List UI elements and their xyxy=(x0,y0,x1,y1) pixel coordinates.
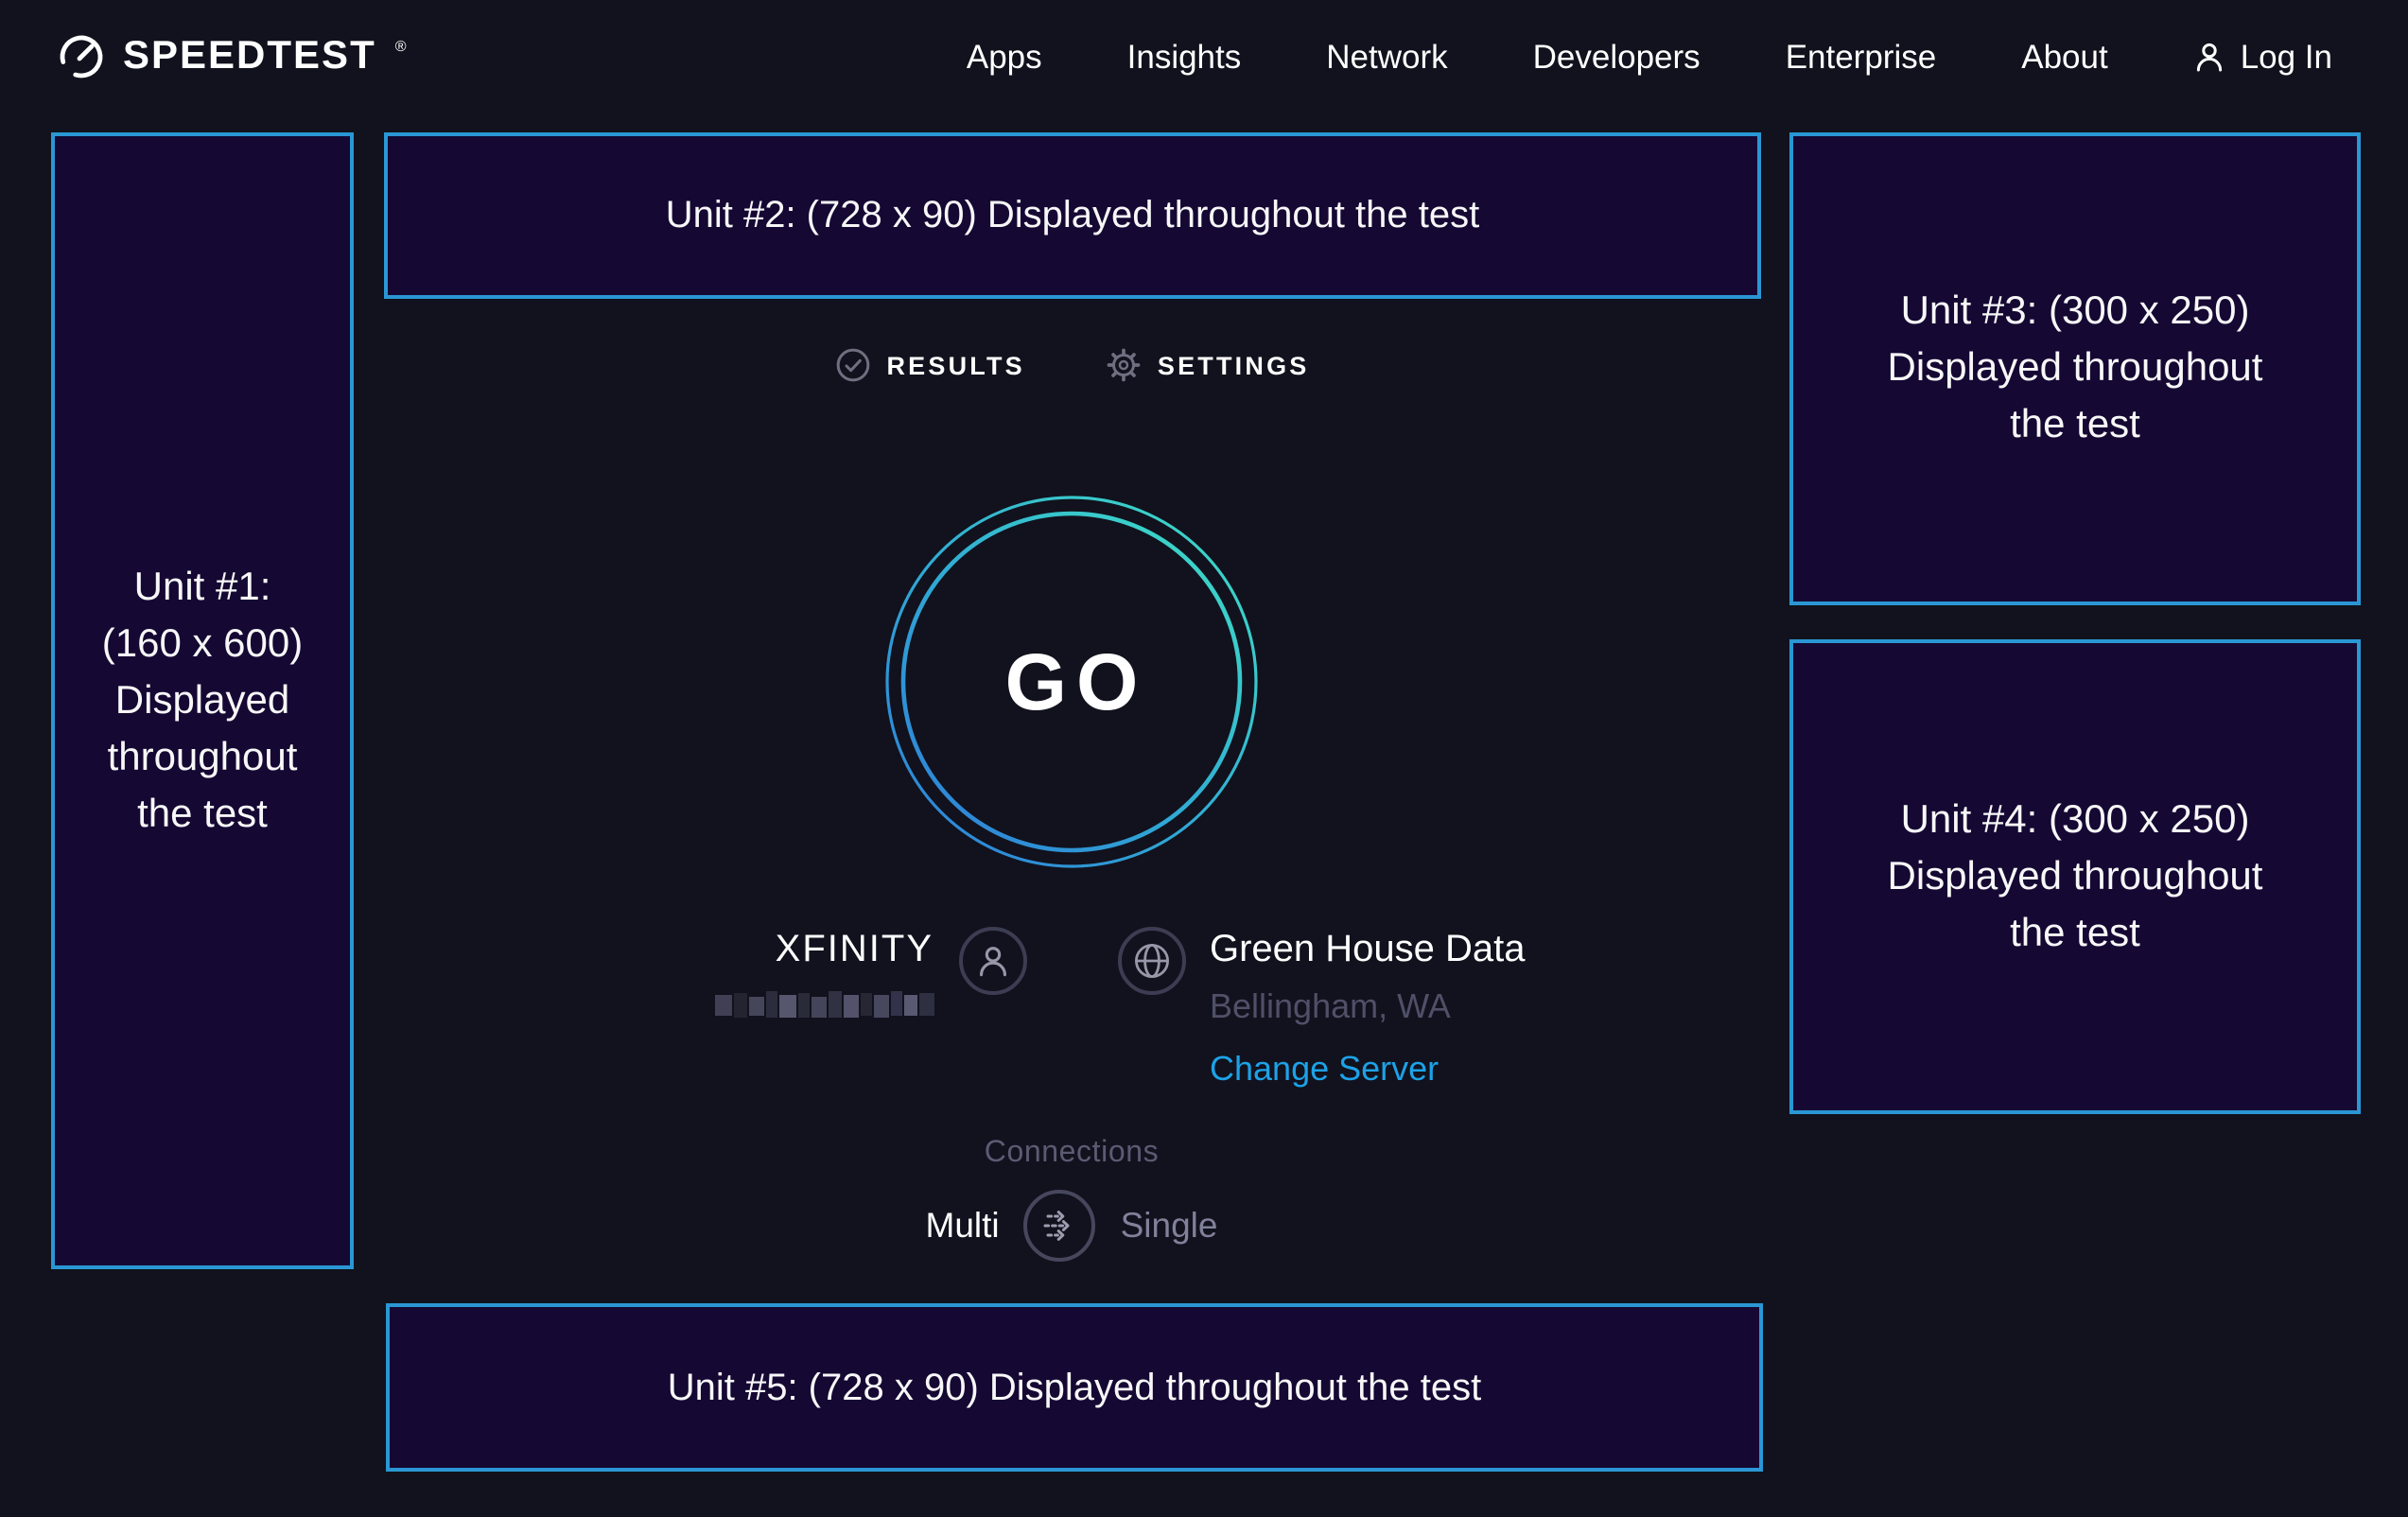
connections-toggle-button[interactable] xyxy=(1024,1190,1096,1262)
connection-meta: XFINITY xyxy=(354,927,1789,1090)
nav-item-enterprise[interactable]: Enterprise xyxy=(1786,37,1937,77)
ad-text-line: the test xyxy=(2010,905,2140,962)
multi-arrows-icon xyxy=(1038,1203,1083,1248)
ad-text-line: (160 x 600) xyxy=(102,616,303,672)
view-tabs: RESULTS xyxy=(354,346,1789,384)
gauge-icon xyxy=(57,32,106,81)
connections-section: Connections Multi Single xyxy=(354,1137,1789,1262)
ad-text-line: Displayed throughout xyxy=(1888,848,2263,905)
ad-text-line: Unit #3: (300 x 250) xyxy=(1901,284,2250,340)
provider-name: XFINITY xyxy=(776,929,934,972)
server-info: Green House Data Bellingham, WA Change S… xyxy=(1210,927,1526,1090)
ad-text-line: Unit #1: xyxy=(134,559,271,616)
server-location: Bellingham, WA xyxy=(1210,987,1451,1027)
login-label: Log In xyxy=(2241,37,2332,77)
change-server-link[interactable]: Change Server xyxy=(1210,1050,1439,1090)
ad-text-line: Unit #2: (728 x 90) Displayed throughout… xyxy=(666,187,1480,244)
check-circle-icon xyxy=(833,346,871,384)
brand-logo[interactable]: SPEEDTEST ® xyxy=(57,32,405,81)
connections-label: Connections xyxy=(985,1137,1160,1171)
connections-toggle-row: Multi Single xyxy=(926,1190,1218,1262)
provider-avatar xyxy=(958,927,1026,995)
tab-settings-label: SETTINGS xyxy=(1158,351,1310,379)
nav-item-apps[interactable]: Apps xyxy=(967,37,1042,77)
ad-unit-5[interactable]: Unit #5: (728 x 90) Displayed throughout… xyxy=(386,1303,1763,1472)
tab-settings[interactable]: SETTINGS xyxy=(1105,346,1310,384)
ad-text-line: Unit #4: (300 x 250) xyxy=(1901,792,2250,848)
top-nav: SPEEDTEST ® Apps Insights Network Develo… xyxy=(0,0,2408,113)
ad-text-line: the test xyxy=(137,786,268,843)
nav-item-developers[interactable]: Developers xyxy=(1533,37,1701,77)
nav-menu: Apps Insights Network Developers Enterpr… xyxy=(967,37,2332,77)
brand-name: SPEEDTEST xyxy=(123,34,376,79)
gear-icon xyxy=(1105,346,1143,384)
globe-icon xyxy=(1130,940,1172,982)
nav-item-about[interactable]: About xyxy=(2021,37,2107,77)
go-button[interactable]: GO xyxy=(881,492,1262,872)
ad-unit-3[interactable]: Unit #3: (300 x 250) Displayed throughou… xyxy=(1789,132,2361,605)
login-link[interactable]: Log In xyxy=(2193,37,2332,77)
tab-results-label: RESULTS xyxy=(886,351,1024,379)
server-globe-badge xyxy=(1117,927,1185,995)
go-button-label: GO xyxy=(881,492,1262,872)
speedtest-page: SPEEDTEST ® Apps Insights Network Develo… xyxy=(0,0,2408,1517)
ad-unit-4[interactable]: Unit #4: (300 x 250) Displayed throughou… xyxy=(1789,639,2361,1114)
redacted-ip xyxy=(714,985,934,1023)
nav-item-insights[interactable]: Insights xyxy=(1127,37,1242,77)
nav-item-network[interactable]: Network xyxy=(1326,37,1447,77)
ad-unit-1[interactable]: Unit #1: (160 x 600) Displayed throughou… xyxy=(51,132,354,1269)
tab-results[interactable]: RESULTS xyxy=(833,346,1024,384)
ad-text-line: throughout xyxy=(108,729,298,786)
server-name: Green House Data xyxy=(1210,929,1526,972)
ad-text-line: Displayed throughout xyxy=(1888,340,2263,397)
server-block: Green House Data Bellingham, WA Change S… xyxy=(1072,927,1789,1090)
ad-text-line: Displayed xyxy=(115,672,289,729)
provider-info: XFINITY xyxy=(714,927,934,1023)
brand-trademark: ® xyxy=(395,37,407,54)
provider-block: XFINITY xyxy=(354,927,1072,1090)
user-icon xyxy=(2193,40,2227,74)
connections-option-multi[interactable]: Multi xyxy=(926,1205,1000,1247)
ad-text-line: the test xyxy=(2010,397,2140,454)
ad-text-line: Unit #5: (728 x 90) Displayed throughout… xyxy=(668,1359,1482,1416)
ad-unit-2[interactable]: Unit #2: (728 x 90) Displayed throughout… xyxy=(384,132,1761,299)
user-icon xyxy=(973,942,1011,980)
connections-option-single[interactable]: Single xyxy=(1121,1205,1218,1247)
